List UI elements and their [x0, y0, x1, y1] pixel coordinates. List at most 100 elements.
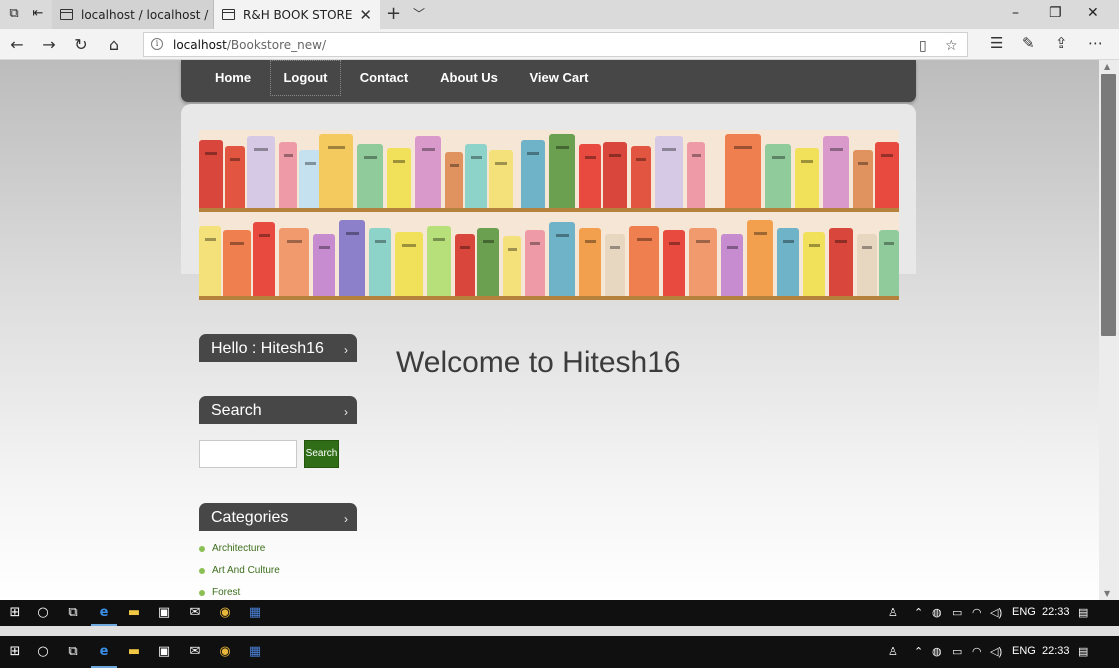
- nav-about-us[interactable]: About Us: [433, 60, 505, 96]
- window-bottom-strip: [0, 626, 1119, 636]
- tab-label: R&H BOOK STORE: [243, 7, 353, 22]
- battery-icon[interactable]: ▭: [952, 606, 962, 619]
- browser-tab-bar: ⧉ ⇤ localhost / localhost / book R&H BOO…: [0, 0, 1119, 29]
- edge-icon[interactable]: e: [95, 604, 113, 622]
- notifications-icon[interactable]: ▤: [1078, 645, 1088, 658]
- page-viewport: Home Logout Contact About Us View Cart H…: [0, 60, 1119, 600]
- reading-view-icon[interactable]: ▯: [919, 38, 927, 54]
- category-link-art-and-culture[interactable]: Art And Culture: [199, 565, 280, 587]
- page-icon: [222, 9, 235, 20]
- close-window-button[interactable]: ✕: [1087, 5, 1099, 21]
- hello-user-text: Hello : Hitesh16: [211, 340, 324, 357]
- nav-home[interactable]: Home: [207, 60, 259, 96]
- categories-heading-text: Categories: [211, 509, 289, 526]
- set-aside-tabs-icon[interactable]: ⇤: [30, 6, 46, 22]
- people-icon[interactable]: ♙: [888, 606, 898, 619]
- search-input[interactable]: [199, 440, 297, 468]
- more-icon[interactable]: ⋯: [1088, 34, 1103, 52]
- cortana-icon[interactable]: ○: [34, 604, 52, 622]
- wifi-icon[interactable]: ◠: [972, 606, 982, 619]
- notifications-icon[interactable]: ▤: [1078, 606, 1088, 619]
- nav-view-cart[interactable]: View Cart: [521, 60, 597, 96]
- category-label: Art And Culture: [212, 565, 280, 576]
- tab-bookstore[interactable]: R&H BOOK STORE ✕: [214, 0, 380, 29]
- security-icon[interactable]: ◍: [932, 606, 942, 619]
- cortana-icon[interactable]: ○: [34, 643, 52, 661]
- scroll-thumb[interactable]: [1101, 74, 1116, 336]
- back-icon[interactable]: ←: [8, 35, 26, 54]
- category-label: Architecture: [212, 543, 266, 554]
- clock[interactable]: 22:33: [1042, 645, 1070, 657]
- scroll-up-icon[interactable]: ▲: [1104, 62, 1110, 71]
- bullet-icon: [199, 590, 205, 596]
- chrome-icon[interactable]: ◉: [216, 604, 234, 622]
- language-indicator[interactable]: ENG: [1012, 606, 1036, 618]
- main-nav: Home Logout Contact About Us View Cart: [181, 60, 916, 102]
- address-bar[interactable]: i localhost/Bookstore_new/ ▯ ☆: [143, 32, 968, 57]
- chevron-right-icon: ›: [344, 405, 348, 419]
- scroll-down-icon[interactable]: ▼: [1104, 589, 1110, 598]
- nav-logout[interactable]: Logout: [270, 60, 341, 96]
- bookshelf-banner-image: [199, 130, 899, 300]
- show-hidden-icons-icon[interactable]: ⌃: [914, 645, 923, 658]
- chrome-icon[interactable]: ◉: [216, 643, 234, 661]
- store-icon[interactable]: ▣: [155, 604, 173, 622]
- edge-icon[interactable]: e: [95, 643, 113, 661]
- web-note-icon[interactable]: ✎: [1022, 34, 1035, 52]
- forward-icon[interactable]: →: [40, 35, 58, 54]
- search-heading-text: Search: [211, 402, 262, 419]
- url-text[interactable]: localhost/Bookstore_new/: [173, 38, 326, 52]
- category-list: Architecture Art And Culture Forest: [199, 543, 280, 600]
- share-icon[interactable]: ⇪: [1055, 34, 1068, 52]
- tab-list-chevron-icon[interactable]: ﹀: [413, 5, 425, 22]
- security-icon[interactable]: ◍: [932, 645, 942, 658]
- page-scrollbar[interactable]: ▲ ▼: [1099, 60, 1119, 600]
- favorites-hub-icon[interactable]: ☰: [990, 34, 1003, 52]
- windows-icon[interactable]: ⊞: [6, 604, 24, 622]
- close-tab-icon[interactable]: ✕: [359, 6, 372, 24]
- bullet-icon: [199, 568, 205, 574]
- task-view-icon[interactable]: ⧉: [64, 604, 82, 622]
- windows-icon[interactable]: ⊞: [6, 643, 24, 661]
- store-icon[interactable]: ▣: [155, 643, 173, 661]
- home-icon[interactable]: ⌂: [105, 35, 123, 54]
- nav-contact[interactable]: Contact: [351, 60, 417, 96]
- volume-icon[interactable]: ◁): [990, 645, 1002, 658]
- tab-label: localhost / localhost / book: [81, 7, 213, 22]
- word-icon[interactable]: ▦: [246, 604, 264, 622]
- volume-icon[interactable]: ◁): [990, 606, 1002, 619]
- restore-button[interactable]: ❐: [1049, 5, 1062, 21]
- new-tab-icon[interactable]: +: [386, 3, 401, 24]
- favorite-star-icon[interactable]: ☆: [945, 38, 958, 54]
- tab-localhost-phpmyadmin[interactable]: localhost / localhost / book: [52, 0, 214, 29]
- wifi-icon[interactable]: ◠: [972, 645, 982, 658]
- search-button[interactable]: Search: [304, 440, 339, 468]
- category-label: Forest: [212, 587, 241, 598]
- category-link-forest[interactable]: Forest: [199, 587, 280, 600]
- chevron-right-icon: ›: [344, 343, 348, 357]
- category-link-architecture[interactable]: Architecture: [199, 543, 280, 565]
- word-icon[interactable]: ▦: [246, 643, 264, 661]
- refresh-icon[interactable]: ↻: [72, 35, 90, 54]
- task-view-icon[interactable]: ⧉: [64, 643, 82, 661]
- language-indicator[interactable]: ENG: [1012, 645, 1036, 657]
- browser-toolbar: ← → ↻ ⌂ i localhost/Bookstore_new/ ▯ ☆ ☰…: [0, 29, 1119, 60]
- url-host: localhost: [173, 38, 227, 52]
- battery-icon[interactable]: ▭: [952, 645, 962, 658]
- info-icon[interactable]: i: [151, 38, 163, 50]
- mail-icon[interactable]: ✉: [186, 643, 204, 661]
- search-heading: Search ›: [199, 396, 357, 424]
- file-explorer-icon[interactable]: ▬: [125, 604, 143, 622]
- windows-taskbar-secondary: ⊞ ○ ⧉ e ▬ ▣ ✉ ◉ ▦ ♙ ⌃ ◍ ▭ ◠ ◁) ENG 22:33…: [0, 636, 1119, 668]
- show-hidden-icons-icon[interactable]: ⌃: [914, 606, 923, 619]
- file-explorer-icon[interactable]: ▬: [125, 643, 143, 661]
- tab-actions-icon[interactable]: ⧉: [6, 6, 22, 22]
- mail-icon[interactable]: ✉: [186, 604, 204, 622]
- people-icon[interactable]: ♙: [888, 645, 898, 658]
- active-app-indicator: [91, 666, 117, 668]
- minimize-button[interactable]: –: [1012, 5, 1019, 21]
- chevron-right-icon: ›: [344, 512, 348, 526]
- shelf: [199, 296, 899, 300]
- clock[interactable]: 22:33: [1042, 606, 1070, 618]
- welcome-heading: Welcome to Hitesh16: [396, 346, 681, 379]
